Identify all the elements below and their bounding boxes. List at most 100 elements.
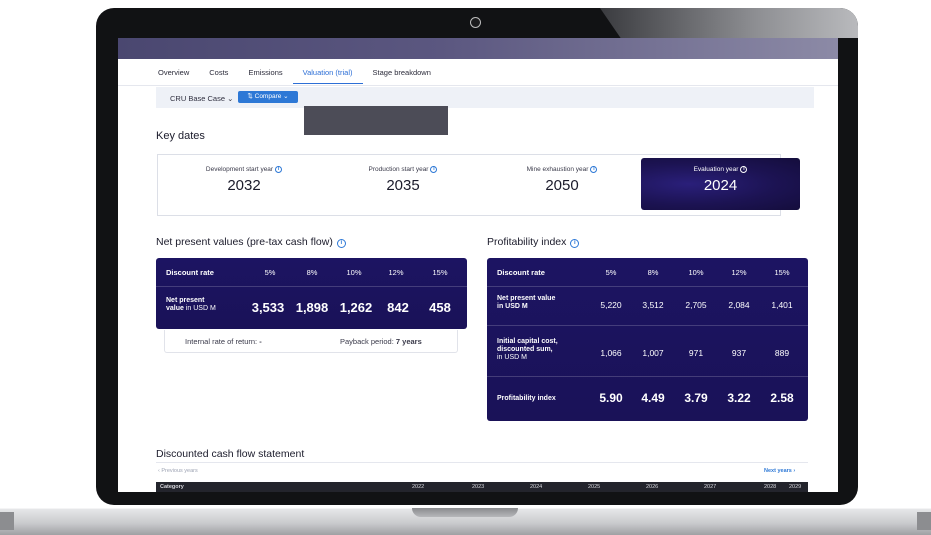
development-start-label: Development start year — [205, 166, 274, 173]
npv-row-label-line2: value — [166, 305, 184, 312]
key-dates-title: Key dates — [156, 130, 205, 142]
tab-overview[interactable]: Overview — [158, 68, 199, 84]
evaluation-year-label: Evaluation year — [693, 166, 739, 173]
pi-npv-value: 3,512 — [642, 300, 664, 310]
npv-row-label-line1: Net present — [166, 297, 205, 304]
pi-row-capex-line2: discounted sum, — [497, 346, 553, 353]
pi-index-value: 3.22 — [727, 391, 751, 405]
pi-rate: 15% — [774, 268, 790, 277]
compare-button[interactable]: ⇅ Compare ⌄ — [238, 91, 298, 103]
pi-header-label: Discount rate — [497, 268, 545, 277]
pi-npv-value: 5,220 — [600, 300, 622, 310]
previous-years-link[interactable]: ‹ Previous years — [158, 468, 198, 474]
row-divider — [487, 376, 808, 377]
pi-capex-value: 937 — [731, 348, 747, 358]
dcf-year-header: 2029 — [789, 484, 802, 490]
info-icon[interactable]: i — [590, 166, 598, 173]
laptop-base-edge — [917, 512, 931, 530]
pi-rate: 8% — [647, 268, 659, 277]
tab-stage-breakdown[interactable]: Stage breakdown — [363, 68, 441, 84]
npv-value: 458 — [429, 300, 451, 315]
dcf-year-header: 2024 — [530, 484, 543, 490]
pi-row-capex-line3: in USD M — [497, 354, 527, 361]
mine-exhaustion-label: Mine exhaustion year — [526, 166, 589, 173]
previous-years-label: Previous years — [161, 468, 198, 474]
tab-divider — [118, 85, 838, 86]
npv-footer: Internal rate of return: - Payback perio… — [164, 330, 458, 353]
irr-label: Internal rate of return: — [185, 337, 258, 346]
row-divider — [156, 286, 467, 287]
pi-row-npv-label: Net present value in USD M — [497, 295, 592, 311]
irr-value: - — [259, 337, 262, 346]
pi-capex-value: 889 — [774, 348, 790, 358]
pi-rate: 12% — [731, 268, 747, 277]
npv-value: 1,262 — [339, 300, 373, 315]
payback-text: Payback period: 7 years — [340, 337, 422, 346]
redacted-area — [304, 106, 448, 135]
info-icon[interactable]: i — [740, 166, 748, 173]
pi-row-capex-line1: Initial capital cost, — [497, 338, 558, 345]
pi-rate: 10% — [688, 268, 704, 277]
dcf-year-header: 2023 — [472, 484, 485, 490]
dcf-year-header: 2026 — [646, 484, 659, 490]
scenario-dropdown[interactable]: CRU Base Case ⌄ — [170, 94, 233, 103]
next-years-link[interactable]: Next years › — [764, 468, 795, 474]
production-start-year: Production start year i 2035 — [333, 166, 473, 194]
dcf-year-header: 2027 — [704, 484, 717, 490]
pi-npv-value: 1,401 — [771, 300, 793, 310]
pi-capex-value: 1,007 — [642, 348, 664, 358]
tab-emissions[interactable]: Emissions — [238, 68, 292, 84]
npv-title-text: Net present values (pre-tax cash flow) — [156, 236, 333, 248]
profitability-title: Profitability index i — [487, 236, 580, 248]
dcf-table-header: Category 2022 2023 2024 2025 2026 2027 2… — [156, 482, 808, 492]
npv-rate: 15% — [432, 268, 448, 277]
dcf-title: Discounted cash flow statement — [156, 448, 305, 460]
dcf-year-header: 2025 — [588, 484, 601, 490]
info-icon[interactable]: i — [570, 239, 580, 248]
pi-npv-value: 2,084 — [728, 300, 750, 310]
info-icon[interactable]: i — [336, 239, 346, 248]
profitability-title-text: Profitability index — [487, 236, 567, 248]
row-divider — [487, 286, 808, 287]
webcam-icon — [470, 17, 481, 28]
app-screen: Overview Costs Emissions Valuation (tria… — [118, 38, 838, 492]
pi-rate: 5% — [605, 268, 617, 277]
compare-button-label: Compare — [254, 93, 282, 100]
laptop-notch — [412, 508, 518, 517]
pi-capex-value: 971 — [688, 348, 704, 358]
info-icon[interactable]: i — [275, 166, 283, 173]
npv-value: 3,533 — [251, 300, 285, 315]
npv-value: 842 — [387, 300, 409, 315]
npv-table: Discount rate 5% 8% 10% 12% 15% Net pres… — [156, 258, 467, 329]
chevron-right-icon: › — [793, 468, 796, 474]
pi-index-value: 5.90 — [599, 391, 623, 405]
app-header-band — [118, 38, 838, 59]
next-years-label: Next years — [764, 468, 792, 474]
tab-bar: Overview Costs Emissions Valuation (tria… — [158, 68, 441, 84]
pi-index-value: 4.49 — [641, 391, 665, 405]
npv-rate: 10% — [346, 268, 362, 277]
pi-row-capex-label: Initial capital cost, discounted sum, in… — [497, 338, 592, 362]
mine-exhaustion-value: 2050 — [545, 177, 579, 194]
pi-row-npv-line2: in USD M — [497, 303, 528, 310]
pi-index-value: 2.58 — [770, 391, 794, 405]
pi-index-value: 3.79 — [684, 391, 708, 405]
tab-valuation[interactable]: Valuation (trial) — [292, 68, 363, 84]
laptop-mockup: Overview Costs Emissions Valuation (tria… — [0, 0, 931, 535]
npv-rate: 5% — [264, 268, 276, 277]
production-start-label: Production start year — [368, 166, 429, 173]
evaluation-year-value: 2024 — [703, 177, 738, 194]
compare-arrows-icon: ⇅ — [247, 93, 253, 100]
profitability-table: Discount rate 5% 8% 10% 12% 15% Net pres… — [487, 258, 808, 421]
chevron-down-icon: ⌄ — [283, 93, 289, 100]
npv-value: 1,898 — [295, 300, 329, 315]
development-start-year: Development start year i 2032 — [174, 166, 314, 194]
dcf-year-header: 2022 — [412, 484, 425, 490]
mine-exhaustion-year: Mine exhaustion year i 2050 — [492, 166, 632, 194]
tab-costs[interactable]: Costs — [199, 68, 238, 84]
npv-header-label: Discount rate — [166, 268, 214, 277]
dcf-year-header: 2028 — [764, 484, 777, 490]
dcf-category-header: Category — [160, 484, 184, 490]
row-divider — [487, 325, 808, 326]
info-icon[interactable]: i — [430, 166, 438, 173]
